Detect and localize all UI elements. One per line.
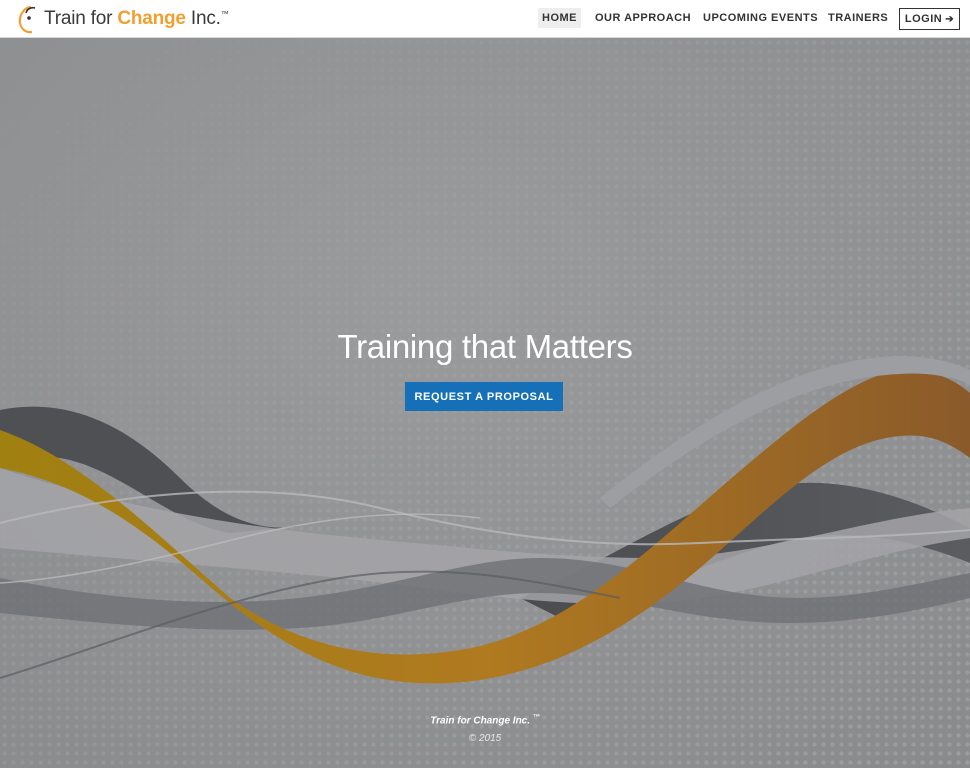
logo-text-suffix: Inc.	[185, 8, 221, 29]
nav-trainers[interactable]: TRAINERS	[824, 8, 892, 28]
nav-home[interactable]: HOME	[538, 8, 581, 28]
login-button[interactable]: LOGIN ➔	[899, 8, 960, 30]
top-navbar: Train for Change Inc.™ HOME OUR APPROACH…	[0, 0, 970, 38]
logo-text: Train for Change Inc.™	[44, 8, 229, 30]
logo-mark-icon	[18, 5, 36, 34]
request-proposal-button[interactable]: REQUEST A PROPOSAL	[405, 382, 563, 411]
logo-trademark: ™	[220, 9, 229, 19]
logo[interactable]: Train for Change Inc.™	[17, 4, 229, 34]
sign-in-icon: ➔	[945, 13, 955, 25]
footer-copyright: © 2015	[468, 733, 502, 744]
login-label: LOGIN	[904, 13, 943, 25]
nav-upcoming-events[interactable]: UPCOMING EVENTS	[699, 8, 822, 28]
footer-brand: Train for Change Inc. ™	[0, 714, 970, 726]
footer-brand-name: Train for Change Inc.	[430, 715, 531, 727]
hero-section: Training that Matters REQUEST A PROPOSAL…	[0, 38, 970, 768]
logo-text-prefix: Train for	[44, 8, 118, 29]
footer-trademark: ™	[532, 714, 540, 721]
logo-text-accent: Change	[117, 8, 186, 29]
nav-our-approach[interactable]: OUR APPROACH	[591, 8, 695, 28]
hero-title: Training that Matters	[337, 328, 633, 365]
